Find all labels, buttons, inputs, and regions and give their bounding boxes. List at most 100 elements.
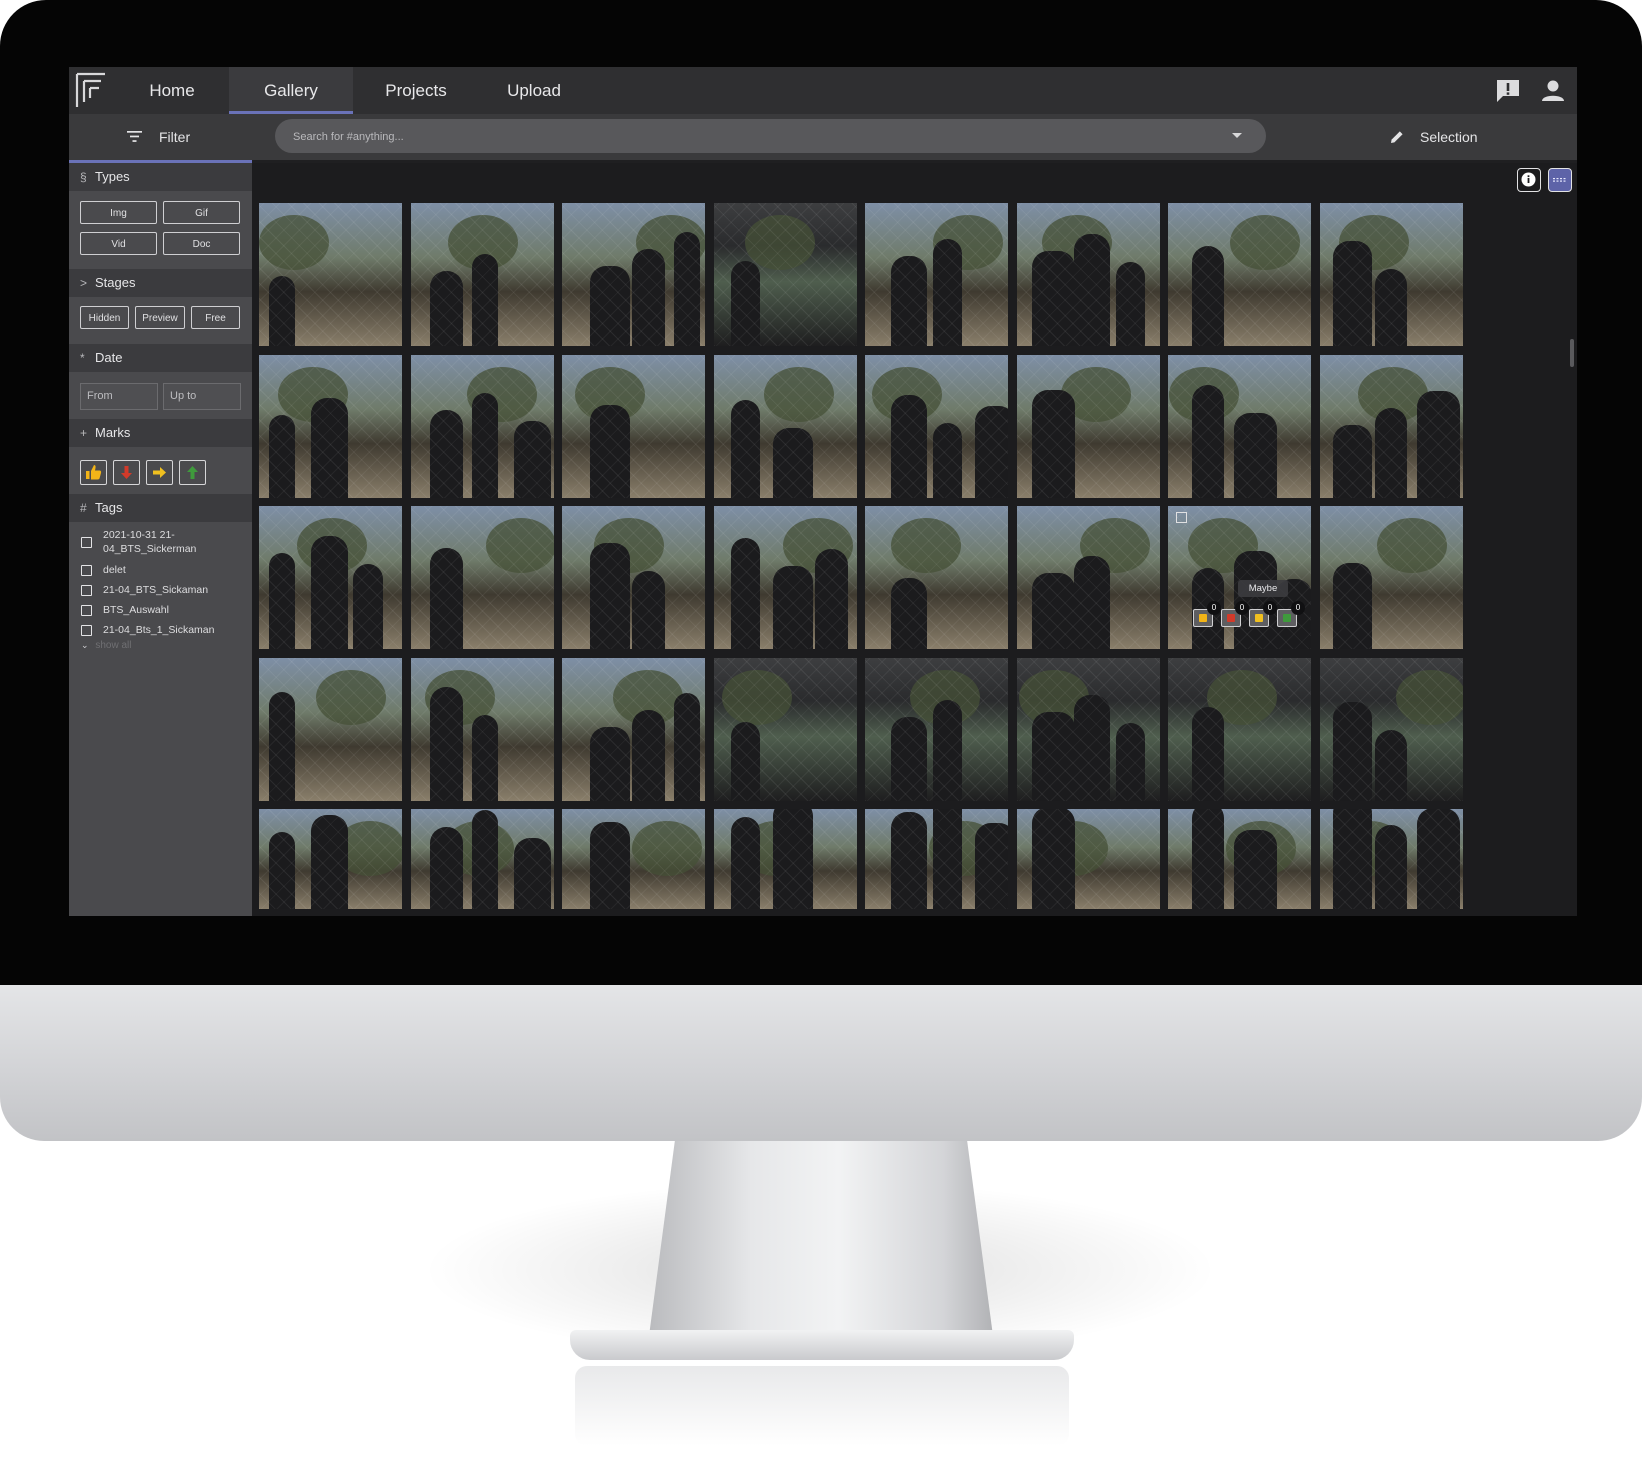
tag-checkbox[interactable] [81,585,92,596]
account-icon[interactable] [1539,77,1567,105]
mark-up-button[interactable] [179,460,206,485]
gallery-thumbnail[interactable] [410,657,554,801]
mark-down-button[interactable] [113,460,140,485]
type-chip-gif[interactable]: Gif [163,201,240,224]
tile-mark-right-icon [1255,614,1263,622]
watermark-pattern [259,203,402,346]
gallery-thumbnail[interactable] [1319,354,1463,498]
gallery-thumbnail[interactable] [1168,657,1311,801]
gallery-thumbnail[interactable]: Maybe 0 0 0 0 [1168,506,1311,649]
nav-upload[interactable]: Upload [481,67,587,114]
tag-item[interactable]: delet [81,563,251,578]
tag-item[interactable]: BTS_Auswahl [81,603,251,618]
tag-checkbox[interactable] [81,565,92,576]
gallery-thumbnail[interactable] [713,203,857,346]
gallery-thumbnail[interactable] [562,354,705,498]
gallery-thumbnail[interactable] [562,657,705,801]
tile-mark-down-icon [1227,614,1235,622]
filter-sidebar: § Types Img Gif Vid Doc > Stages Hidden … [69,163,252,916]
gallery-thumbnail[interactable] [713,506,857,649]
date-from-field[interactable]: From [80,383,158,410]
gallery-thumbnail[interactable] [1016,203,1160,346]
tag-item[interactable]: 21-04_Bts_1_Sickaman [81,623,251,638]
date-upto-field[interactable]: Up to [163,383,241,410]
gallery-thumbnail[interactable] [865,354,1008,498]
gallery-thumbnail[interactable] [865,203,1008,346]
types-section-header[interactable]: § Types [69,163,252,191]
grid-icon [1553,178,1566,182]
nav-home[interactable]: Home [122,67,222,114]
gallery-thumbnail[interactable] [713,354,857,498]
search-bar[interactable] [275,119,1266,155]
gallery-thumbnail[interactable] [1016,809,1160,909]
type-chip-img[interactable]: Img [80,201,157,224]
watermark-pattern [1168,506,1311,649]
tag-label: BTS_Auswahl [103,604,169,616]
stages-section-header[interactable]: > Stages [69,269,252,297]
gallery-thumbnail[interactable] [259,203,402,346]
stand-reflection [575,1366,1069,1446]
marks-section-header[interactable]: + Marks [69,419,252,447]
grid-view-button[interactable] [1548,168,1572,192]
watermark-pattern [562,203,705,346]
gallery-thumbnail[interactable] [410,506,554,649]
gallery-thumbnail[interactable] [562,809,705,909]
nav-gallery[interactable]: Gallery [229,67,353,114]
app-logo-icon[interactable] [75,72,107,109]
tag-checkbox[interactable] [81,537,92,548]
gallery-thumbnail[interactable] [1168,354,1311,498]
tag-checkbox[interactable] [81,605,92,616]
gallery-thumbnail[interactable] [713,657,857,801]
gallery-thumbnail[interactable] [1016,354,1160,498]
chevron-down-icon[interactable] [1232,133,1242,138]
gallery-thumbnail[interactable] [259,809,402,909]
nav-projects[interactable]: Projects [361,67,471,114]
gallery-thumbnail[interactable] [1016,657,1160,801]
tile-mark-thumbs-up-icon [1199,614,1207,622]
gallery-thumbnail[interactable] [259,657,402,801]
tags-section-header[interactable]: # Tags [69,494,252,522]
mark-thumbs-up-button[interactable] [80,460,107,485]
gallery-thumbnail[interactable] [865,506,1008,649]
gallery-thumbnail[interactable] [410,203,554,346]
gallery-thumbnail[interactable] [1319,657,1463,801]
info-view-button[interactable] [1517,168,1541,192]
gallery-thumbnail[interactable] [1168,203,1311,346]
date-section-header[interactable]: * Date [69,344,252,372]
type-chip-doc[interactable]: Doc [163,232,240,255]
gallery-thumbnail[interactable] [410,809,554,909]
watermark-pattern [410,809,554,909]
gallery-thumbnail[interactable] [713,809,857,909]
gallery-thumbnail[interactable] [865,809,1008,909]
tag-item[interactable]: 2021-10-31 21-04_BTS_Sickerman [81,528,251,558]
gallery-thumbnail[interactable] [1016,506,1160,649]
gallery-thumbnail[interactable] [410,354,554,498]
gallery-thumbnail[interactable] [259,506,402,649]
watermark-pattern [562,354,705,498]
type-chip-vid[interactable]: Vid [80,232,157,255]
gallery-thumbnail[interactable] [562,203,705,346]
gallery-thumbnail[interactable] [1168,809,1311,909]
stage-chip-free[interactable]: Free [191,306,240,329]
gallery-thumbnail[interactable] [1319,203,1463,346]
gallery-thumbnail[interactable] [865,657,1008,801]
stage-chip-preview[interactable]: Preview [135,306,185,329]
gallery-thumbnail[interactable] [1319,809,1463,909]
section-symbol: * [80,351,85,365]
stage-chip-hidden[interactable]: Hidden [80,306,129,329]
filter-button[interactable]: Filter [69,114,252,163]
mark-right-button[interactable] [146,460,173,485]
feedback-icon[interactable] [1494,77,1522,105]
tile-select-checkbox[interactable] [1176,512,1187,523]
gallery-scrollbar[interactable] [1570,339,1574,367]
tag-item[interactable]: 21-04_BTS_Sickaman [81,583,251,598]
tag-checkbox[interactable] [81,625,92,636]
show-all-link[interactable]: ⌄ show all [81,640,131,651]
watermark-pattern [259,506,402,649]
gallery-thumbnail[interactable] [259,354,402,498]
section-symbol: > [80,276,88,290]
gallery-thumbnail[interactable] [1319,506,1463,649]
search-input[interactable] [291,119,1215,155]
gallery-thumbnail[interactable] [562,506,705,649]
section-title: Types [95,169,130,184]
